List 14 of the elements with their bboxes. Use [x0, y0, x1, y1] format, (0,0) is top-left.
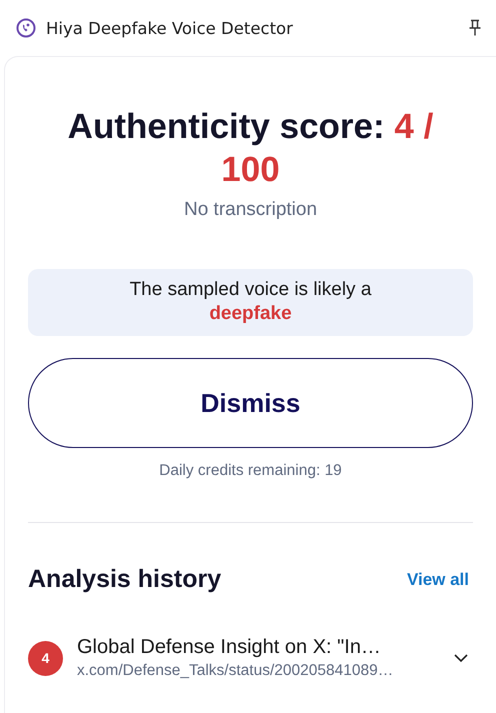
credits-text: Daily credits remaining: 19: [158, 462, 343, 480]
pin-icon[interactable]: [468, 19, 482, 37]
window-title: Hiya Deepfake Voice Detector: [46, 18, 294, 38]
verdict-message: The sampled voice is likely a deepfake: [28, 269, 473, 336]
score-badge: 4: [28, 640, 63, 676]
history-title: Analysis history: [28, 565, 222, 594]
expand-button[interactable]: [453, 653, 469, 663]
score-heading: Authenticity score: 4 / 100: [66, 106, 434, 191]
app-logo-icon: [16, 18, 36, 38]
history-item-title[interactable]: Global Defense Insight on X: "In…: [77, 636, 439, 659]
transcription-text: No transcription: [182, 199, 318, 221]
history-item-url: x.com/Defense_Talks/status/200205841089…: [77, 662, 394, 680]
dismiss-button[interactable]: Dismiss: [28, 358, 473, 448]
view-all-link[interactable]: View all: [406, 570, 469, 590]
